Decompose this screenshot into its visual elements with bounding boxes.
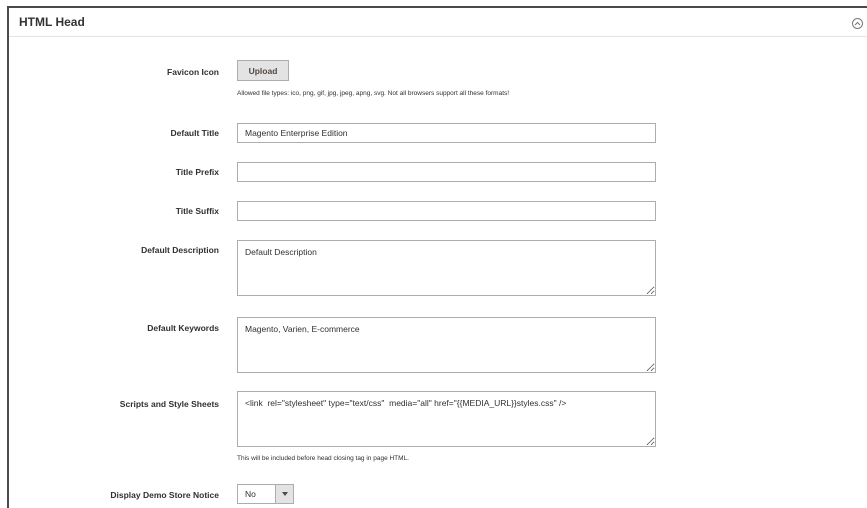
favicon-label: Favicon Icon	[167, 67, 219, 77]
title-suffix-label: Title Suffix	[175, 206, 219, 216]
default-keywords-field[interactable]: Magento, Varien, E-commerce	[237, 317, 656, 373]
scripts-label: Scripts and Style Sheets	[119, 399, 219, 409]
demo-notice-label: Display Demo Store Notice	[110, 490, 219, 500]
html-head-panel: HTML Head Favicon Icon Upload Allowed fi…	[7, 6, 867, 508]
collapse-icon[interactable]	[852, 18, 863, 29]
section-divider	[9, 36, 867, 37]
default-keywords-label: Default Keywords	[147, 323, 219, 333]
scripts-field[interactable]: <link rel="stylesheet" type="text/css" m…	[237, 391, 656, 447]
default-title-label: Default Title	[170, 128, 220, 138]
section-title: HTML Head	[19, 15, 85, 29]
title-prefix-label: Title Prefix	[175, 167, 219, 177]
default-title-field[interactable]	[237, 123, 656, 143]
chevron-down-icon[interactable]	[275, 485, 293, 503]
favicon-note: Allowed file types: ico, png, gif, jpg, …	[237, 90, 510, 97]
upload-button[interactable]: Upload	[237, 60, 289, 81]
default-description-field[interactable]: Default Description	[237, 240, 656, 296]
demo-notice-value: No	[245, 489, 256, 499]
title-suffix-field[interactable]	[237, 201, 656, 221]
default-description-label: Default Description	[141, 245, 219, 255]
scripts-note: This will be included before head closin…	[237, 455, 409, 462]
title-prefix-field[interactable]	[237, 162, 656, 182]
demo-notice-select[interactable]: No	[237, 484, 294, 504]
